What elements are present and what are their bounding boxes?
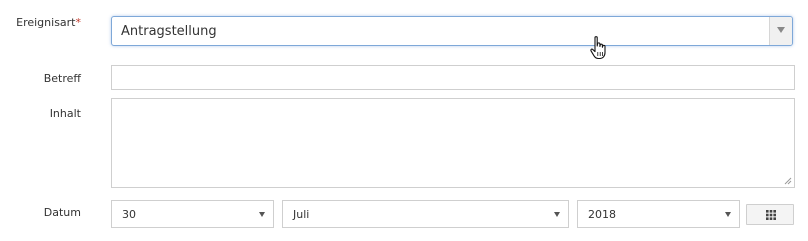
required-marker: * xyxy=(75,16,82,29)
calendar-grid-icon xyxy=(766,210,776,220)
chevron-down-icon xyxy=(725,212,731,217)
event-type-label: Ereignisart* xyxy=(16,16,81,29)
chevron-down-icon xyxy=(777,27,785,33)
event-type-dropdown-button[interactable] xyxy=(769,17,792,45)
month-select[interactable]: Juli xyxy=(282,200,569,228)
day-value: 30 xyxy=(122,208,136,221)
date-label: Datum xyxy=(43,206,81,219)
chevron-down-icon xyxy=(554,212,560,217)
month-value: Juli xyxy=(293,208,310,221)
year-select[interactable]: 2018 xyxy=(577,200,740,228)
event-type-label-text: Ereignisart xyxy=(16,16,76,29)
day-select[interactable]: 30 xyxy=(111,200,274,228)
content-textarea[interactable] xyxy=(111,98,795,188)
subject-label: Betreff xyxy=(43,72,81,85)
year-value: 2018 xyxy=(588,208,616,221)
event-type-value: Antragstellung xyxy=(121,24,217,39)
resize-grip-icon[interactable] xyxy=(784,177,792,185)
calendar-button[interactable] xyxy=(746,204,794,225)
hand-pointer-icon xyxy=(590,36,606,60)
event-type-select[interactable]: Antragstellung xyxy=(111,16,793,46)
subject-input[interactable] xyxy=(111,65,795,90)
chevron-down-icon xyxy=(259,212,265,217)
content-label: Inhalt xyxy=(49,107,81,120)
